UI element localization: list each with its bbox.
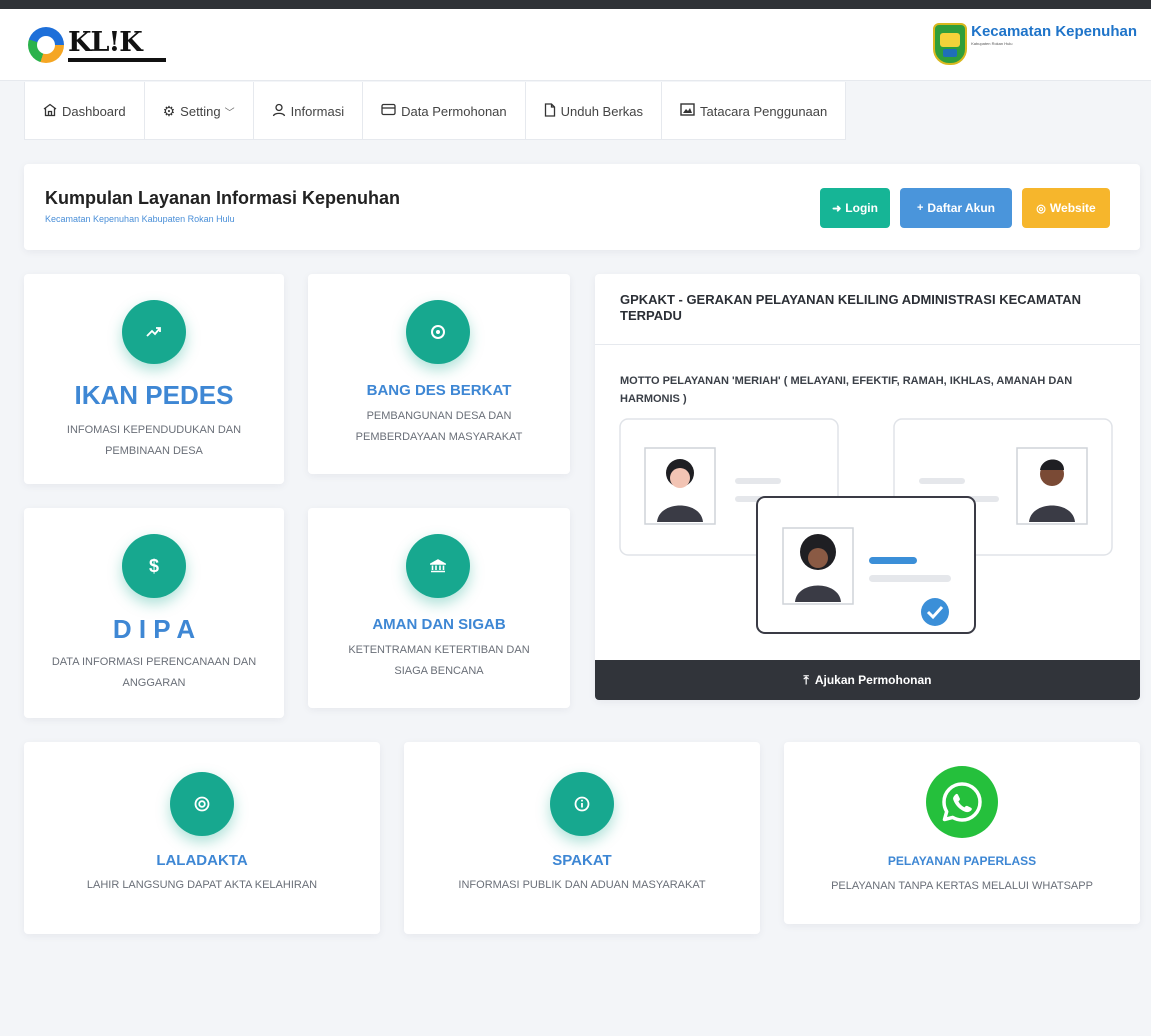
home-icon [43,103,57,120]
brand-kecamatan: Kecamatan Kepenuhan Kabupaten Rokan Hulu [933,23,1137,65]
card-title: AMAN DAN SIGAB [372,616,506,633]
card-desc: DATA INFORMASI PERENCANAAN DAN ANGGARAN [51,656,257,689]
nav-informasi[interactable]: Informasi [254,82,364,140]
brand-subtitle: Kabupaten Rokan Hulu [971,41,1013,46]
website-button[interactable]: ◎ Website [1022,188,1110,228]
card-title: IKAN PEDES [74,380,234,410]
daftar-akun-button[interactable]: + Daftar Akun [900,188,1012,228]
nav-dashboard[interactable]: Dashboard [24,82,145,140]
login-button[interactable]: ➜ Login [820,188,890,228]
card-desc: LAHIR LANGSUNG DAPAT AKTA KELAHIRAN [86,879,318,891]
nav-unduh-berkas[interactable]: Unduh Berkas [526,82,663,140]
gpkakt-card: GPKAKT - GERAKAN PELAYANAN KELILING ADMI… [595,274,1140,700]
card-spakat[interactable]: SPAKAT INFORMASI PUBLIK DAN ADUAN MASYAR… [404,742,760,934]
card-desc: PELAYANAN TANPA KERTAS MELALUI WHATSAPP [831,880,1093,892]
image-icon [680,103,695,119]
card-dipa[interactable]: $ D I P A DATA INFORMASI PERENCANAAN DAN… [24,508,284,718]
top-strip [0,0,1151,9]
crest-icon [933,23,968,65]
bank-icon [406,534,470,598]
nav-tatacara-penggunaan[interactable]: Tatacara Penggunaan [662,82,847,140]
klik-logo[interactable]: KL!K [28,27,166,63]
gear-icon: ⚙ [162,102,176,119]
chevron-down-icon: ﹀ [224,107,235,119]
brand-title: Kecamatan Kepenuhan [971,23,1137,40]
title-card: Kumpulan Layanan Informasi Kepenuhan Kec… [24,164,1140,250]
nav-setting[interactable]: ⚙ Setting ﹀ [145,82,254,140]
logo-circle-icon [28,27,64,63]
logo-text: KL!K [68,26,143,58]
gpkakt-title: GPKAKT - GERAKAN PELAYANAN KELILING ADMI… [620,292,1082,323]
card-aman-dan-sigab[interactable]: AMAN DAN SIGAB KETENTRAMAN KETERTIBAN DA… [308,508,570,708]
card-title: PELAYANAN PAPERLASS [887,854,1037,868]
main-nav: Dashboard ⚙ Setting ﹀ Informasi Data Per… [24,82,847,140]
page-subtitle: Kecamatan Kepenuhan Kabupaten Rokan Hulu [45,214,235,224]
card-title: BANG DES BERKAT [366,382,512,399]
card-title: SPAKAT [552,852,612,869]
app-header: KL!K Kecamatan Kepenuhan Kabupaten Rokan… [0,9,1151,81]
card-title: LALADAKTA [156,852,248,869]
trend-up-icon [122,300,186,364]
upload-icon: ⤒ [803,672,809,687]
plus-icon: + [916,202,924,214]
card-desc: INFOMASI KEPENDUDUKAN DAN PEMBINAAN DESA [66,424,242,457]
lifebuoy-icon [170,772,234,836]
gear-icon [406,300,470,364]
globe-icon: ◎ [1036,202,1046,215]
card-bang-des-berkat[interactable]: BANG DES BERKAT PEMBANGUNAN DESA DAN PEM… [308,274,570,474]
gpkakt-motto: MOTTO PELAYANAN 'MERIAH' ( MELAYANI, EFE… [620,375,1073,405]
page-title: Kumpulan Layanan Informasi Kepenuhan [45,188,401,208]
service-illustration [619,418,1113,634]
card-ikan-pedes[interactable]: IKAN PEDES INFOMASI KEPENDUDUKAN DAN PEM… [24,274,284,484]
card-laladakta[interactable]: LALADAKTA LAHIR LANGSUNG DAPAT AKTA KELA… [24,742,380,934]
card-title: D I P A [112,614,196,644]
login-icon: ➜ [832,202,842,215]
whatsapp-icon [926,766,998,838]
card-desc: INFORMASI PUBLIK DAN ADUAN MASYARAKAT [458,879,706,891]
user-icon [272,103,286,120]
card-desc: KETENTRAMAN KETERTIBAN DAN SIAGA BENCANA [348,644,530,677]
card-pelayanan-paperlass[interactable]: PELAYANAN PAPERLASS PELAYANAN TANPA KERT… [784,742,1140,924]
dollar-icon: $ [122,534,186,598]
card-desc: PEMBANGUNAN DESA DAN PEMBERDAYAAN MASYAR… [355,410,523,443]
card-icon [381,103,396,119]
ajukan-permohonan-button[interactable]: ⤒ Ajukan Permohonan [595,660,1140,700]
nav-data-permohonan[interactable]: Data Permohonan [363,82,526,140]
file-icon [544,102,556,120]
info-icon [550,772,614,836]
